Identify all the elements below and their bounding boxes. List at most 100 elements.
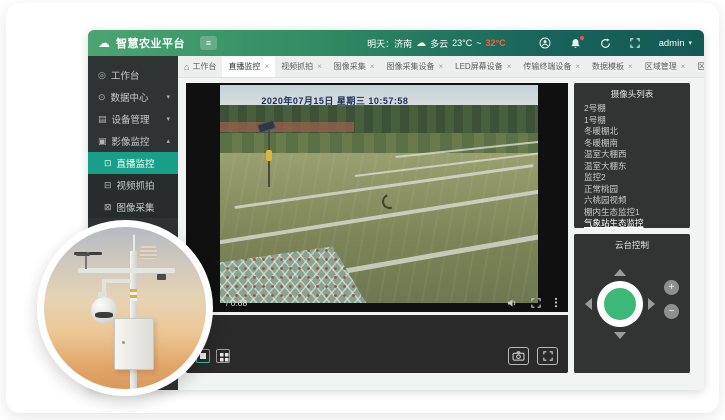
tab-close-icon[interactable]: ×: [575, 62, 580, 71]
anemometer-post: [85, 256, 87, 269]
tab-label: 数据模板: [592, 61, 624, 72]
notification-bell-icon[interactable]: [569, 37, 582, 50]
tab-close-icon[interactable]: ×: [628, 62, 633, 71]
station-crossbar: [78, 268, 175, 273]
sidebar-toggle-button[interactable]: ≡: [200, 36, 217, 50]
cloud-logo-icon: ☁: [98, 36, 110, 50]
sidebar-item-data-center[interactable]: ⊙ 数据中心 ▾: [88, 86, 178, 108]
expand-button[interactable]: [537, 347, 558, 365]
screenshot-canvas: ☁ 智慧农业平台 ≡ 明天：济南 ☁ 多云 23°C ~ 32°C: [0, 0, 725, 420]
camera-list-item[interactable]: 冬暖棚北: [574, 126, 690, 138]
tab-data-template[interactable]: 数据模板 ×: [586, 56, 639, 77]
tab-label: 工作台: [192, 61, 216, 72]
camera-arm: [102, 279, 131, 283]
refresh-icon[interactable]: [599, 37, 612, 50]
temp-low: 23°C: [452, 38, 472, 48]
tab-close-icon[interactable]: ×: [507, 62, 512, 71]
wind-sensor: [157, 274, 166, 280]
tab-close-icon[interactable]: ×: [681, 62, 686, 71]
sidebar-item-label: 数据中心: [111, 90, 149, 104]
sidebar-item-label: 工作台: [111, 68, 140, 82]
right-panel: 摄像头列表 2号棚 1号棚 冬暖棚北 冬暖棚南 温室大棚西 温室大棚东 监控2 …: [574, 83, 690, 373]
sidebar-item-label: 影像监控: [112, 134, 150, 148]
user-menu[interactable]: admin ▾: [659, 38, 692, 49]
username: admin: [659, 38, 685, 49]
fullscreen-icon[interactable]: [629, 37, 642, 50]
tab-label: 区域管理: [645, 61, 677, 72]
camera-list-item[interactable]: 1号棚: [574, 115, 690, 127]
cabinet-latch: [122, 341, 125, 344]
app-header: ☁ 智慧农业平台 ≡ 明天：济南 ☁ 多云 23°C ~ 32°C: [88, 30, 704, 56]
tab-close-icon[interactable]: ×: [370, 62, 375, 71]
weather-cloud-icon: ☁: [416, 38, 426, 49]
tab-region-grouping[interactable]: 区域分组 ×: [691, 56, 704, 77]
zoom-out-button[interactable]: −: [664, 304, 679, 319]
sidebar-item-label: 直播监控: [117, 156, 155, 170]
volume-icon[interactable]: [507, 298, 518, 308]
video-player[interactable]: 2020年07月15日 星期三 10:57:58 / 0:08: [186, 83, 568, 315]
caret-down-icon: ▾: [688, 39, 692, 47]
chevron-up-icon: ▴: [166, 137, 170, 145]
content-area: 2020年07月15日 星期三 10:57:58 / 0:08: [178, 78, 704, 390]
tab-video-capture[interactable]: 视频抓拍 ×: [275, 56, 328, 77]
app-title: 智慧农业平台: [116, 35, 186, 51]
grid-layout-button[interactable]: [216, 349, 230, 363]
tab-led-screen-device[interactable]: LED屏幕设备 ×: [449, 56, 517, 77]
camera-list-item[interactable]: 棚内生态监控1: [574, 207, 690, 219]
camera-list-item-active[interactable]: 气象站生态监控: [574, 218, 690, 230]
data-center-icon: ⊙: [98, 92, 106, 103]
sidebar-subitem-live-monitor[interactable]: ⊡ 直播监控: [88, 152, 178, 174]
profile-icon[interactable]: [539, 37, 552, 50]
ptz-center-button[interactable]: [604, 288, 636, 320]
tab-close-icon[interactable]: ×: [438, 62, 443, 71]
zoom-in-button[interactable]: +: [664, 280, 679, 295]
tab-close-icon[interactable]: ×: [264, 62, 269, 71]
camera-list-item[interactable]: 正常桃园: [574, 184, 690, 196]
camera-list-item[interactable]: 温室大棚东: [574, 161, 690, 173]
sidebar-subitem-image-collection[interactable]: ⊠ 图像采集: [88, 196, 178, 218]
tab-close-icon[interactable]: ×: [317, 62, 322, 71]
sidebar-item-label: 设备管理: [112, 112, 150, 126]
video-monitor-icon: ▣: [98, 136, 107, 147]
weather-city-label: 明天：济南: [367, 37, 412, 50]
device-management-icon: ▤: [98, 114, 107, 125]
video-feed: 2020年07月15日 星期三 10:57:58: [220, 85, 538, 303]
ptz-left-button[interactable]: [585, 298, 592, 310]
tab-label: 区域分组: [697, 61, 704, 72]
ptz-right-button[interactable]: [648, 298, 655, 310]
weather-station-photo: [37, 220, 213, 396]
tab-region-management[interactable]: 区域管理 ×: [639, 56, 692, 77]
tab-label: 传输终端设备: [523, 61, 571, 72]
sidebar-item-label: 图像采集: [117, 200, 155, 214]
tab-live-monitor[interactable]: 直播监控 ×: [222, 56, 275, 77]
sidebar-item-workbench[interactable]: ◎ 工作台: [88, 64, 178, 86]
anemometer-icon: [76, 253, 90, 256]
sidebar-item-device-management[interactable]: ▤ 设备管理 ▾: [88, 108, 178, 130]
camera-list-item[interactable]: 2号棚: [574, 103, 690, 115]
notification-badge: [580, 36, 584, 40]
video-progress-bar[interactable]: [186, 312, 568, 315]
ptz-zoom-controls: + −: [664, 280, 679, 319]
tab-workbench[interactable]: ⌂ 工作台: [178, 56, 222, 77]
video-fullscreen-icon[interactable]: [531, 298, 541, 308]
video-control-bar: / 0:08: [186, 293, 568, 312]
temp-high: 32°C: [486, 38, 506, 48]
tab-image-collection[interactable]: 图像采集 ×: [328, 56, 381, 77]
camera-list-item[interactable]: 温室大棚西: [574, 149, 690, 161]
snapshot-button[interactable]: [508, 347, 529, 365]
camera-list-item[interactable]: 监控2: [574, 172, 690, 184]
ptz-panel-title: 云台控制: [574, 239, 690, 251]
camera-list-panel: 摄像头列表 2号棚 1号棚 冬暖棚北 冬暖棚南 温室大棚西 温室大棚东 监控2 …: [574, 83, 690, 228]
sidebar-subitem-video-capture[interactable]: ⊟ 视频抓拍: [88, 174, 178, 196]
sidebar-item-video-monitoring[interactable]: ▣ 影像监控 ▴: [88, 130, 178, 152]
tab-image-collection-device[interactable]: 图像采集设备 ×: [380, 56, 449, 77]
pole-warning-bands: [130, 289, 137, 301]
camera-list-item[interactable]: 冬暖棚南: [574, 138, 690, 150]
sidebar-submenu: ⊡ 直播监控 ⊟ 视频抓拍 ⊠ 图像采集: [88, 152, 178, 218]
ptz-down-button[interactable]: [614, 332, 626, 339]
tab-transmission-terminal-device[interactable]: 传输终端设备 ×: [517, 56, 586, 77]
camera-list-item[interactable]: 六桃园视频: [574, 195, 690, 207]
kebab-menu-icon[interactable]: [554, 297, 558, 308]
sidebar-item-label: 视频抓拍: [117, 178, 155, 192]
ptz-up-button[interactable]: [614, 269, 626, 276]
